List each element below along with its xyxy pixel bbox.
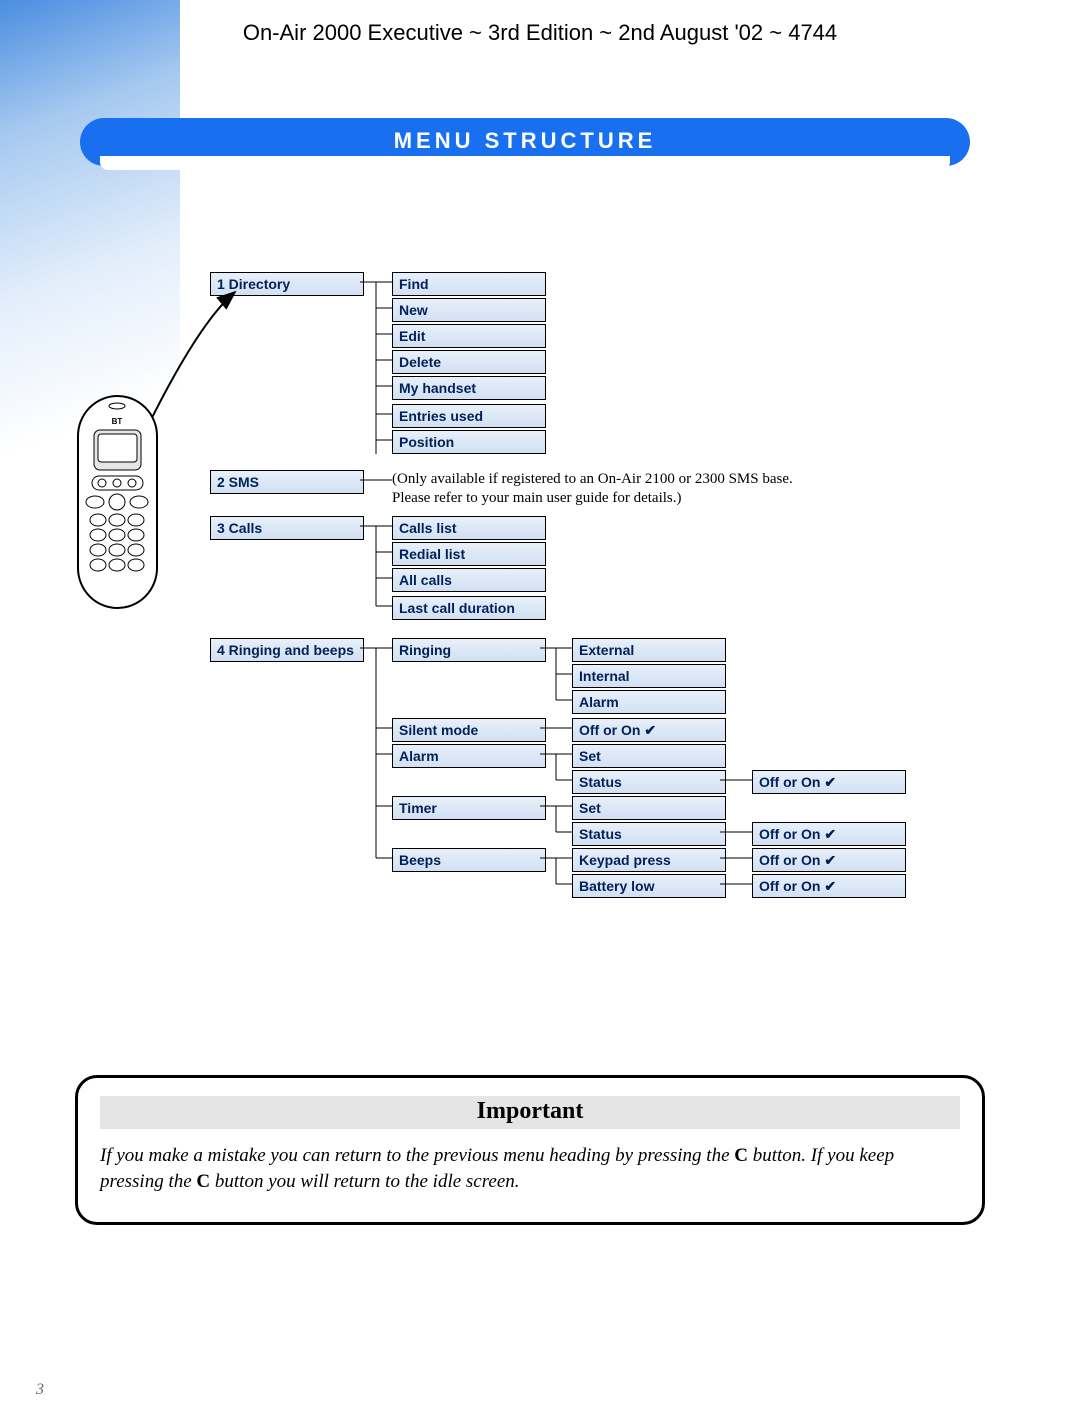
page-number: 3 <box>36 1381 44 1399</box>
svg-text:BT: BT <box>112 417 123 426</box>
important-body: If you make a mistake you can return to … <box>100 1143 960 1194</box>
page-header: On-Air 2000 Executive ~ 3rd Edition ~ 2n… <box>0 20 1080 46</box>
important-box: Important If you make a mistake you can … <box>75 1075 985 1225</box>
important-heading: Important <box>100 1096 960 1129</box>
menu-structure-diagram: 1 Directory 2 SMS 3 Calls 4 Ringing and … <box>60 270 1020 910</box>
c-button-ref: C <box>196 1171 210 1192</box>
section-title: MENU STRUCTURE <box>80 128 970 154</box>
connector-lines <box>60 270 1020 910</box>
handset-illustration-icon: BT <box>70 390 165 615</box>
c-button-ref: C <box>734 1145 748 1166</box>
text: If you make a mistake you can return to … <box>100 1145 734 1166</box>
text: button you will return to the idle scree… <box>210 1171 519 1192</box>
section-title-banner: MENU STRUCTURE <box>80 118 970 166</box>
